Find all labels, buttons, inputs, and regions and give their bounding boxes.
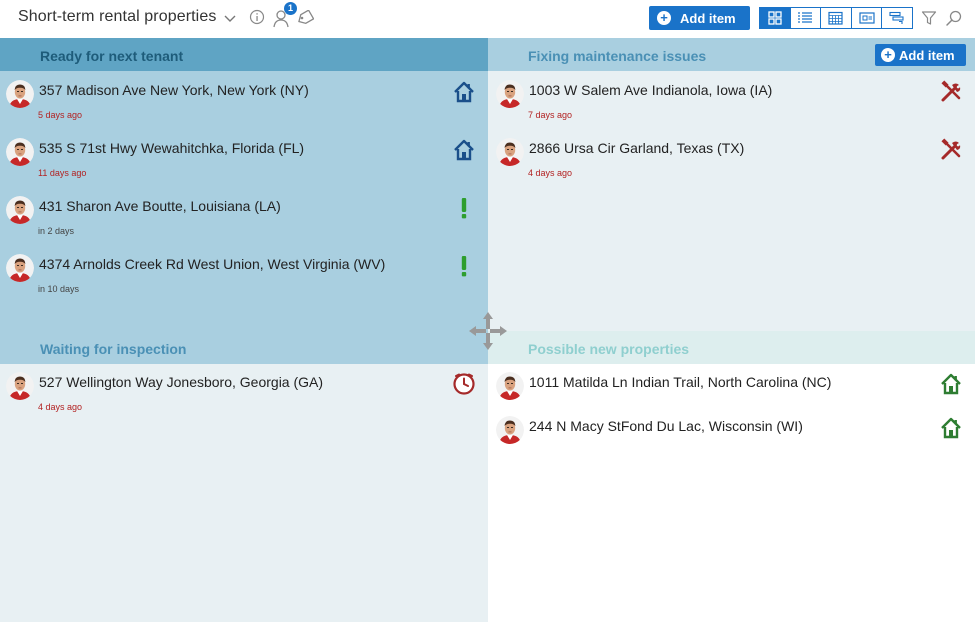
quadrant-possible: Possible new properties 1011 Matilda Ln … xyxy=(488,331,975,622)
item-address: 527 Wellington Way Jonesboro, Georgia (G… xyxy=(39,374,324,390)
item-address: 1003 W Salem Ave Indianola, Iowa (IA) xyxy=(529,82,773,98)
calendar-view-icon xyxy=(828,11,844,25)
house-blue-icon xyxy=(452,138,476,162)
quadrant-header: Fixing maintenance issues + Add item xyxy=(488,38,975,71)
list-item[interactable]: 535 S 71st Hwy Wewahitchka, Florida (FL)… xyxy=(0,136,488,186)
quadrant-title: Waiting for inspection xyxy=(40,341,187,357)
item-time: 5 days ago xyxy=(38,110,83,120)
avatar xyxy=(496,372,524,400)
info-icon[interactable] xyxy=(249,9,265,25)
add-item-label: Add item xyxy=(680,10,736,26)
item-address: 535 S 71st Hwy Wewahitchka, Florida (FL) xyxy=(39,140,305,156)
quadrant-fixing: Fixing maintenance issues + Add item 100… xyxy=(488,38,975,331)
plus-icon: + xyxy=(881,48,895,62)
item-time: in 2 days xyxy=(38,226,75,236)
quadrant-header: Possible new properties xyxy=(488,331,975,364)
exclamation-icon xyxy=(452,196,476,220)
house-green-icon xyxy=(939,372,963,396)
item-time: in 10 days xyxy=(38,284,80,294)
search-icon[interactable] xyxy=(945,9,963,27)
avatar xyxy=(6,372,34,400)
item-address: 4374 Arnolds Creek Rd West Union, West V… xyxy=(39,256,386,272)
list-view-button[interactable] xyxy=(790,8,822,28)
item-address: 244 N Macy StFond Du Lac, Wisconsin (WI) xyxy=(529,418,803,434)
board-view-button[interactable] xyxy=(760,8,791,28)
item-time: 4 days ago xyxy=(528,168,573,178)
quadrant-title: Possible new properties xyxy=(528,341,690,357)
item-address: 357 Madison Ave New York, New York (NY) xyxy=(39,82,309,98)
item-address: 2866 Ursa Cir Garland, Texas (TX) xyxy=(529,140,745,156)
chevron-down-icon[interactable] xyxy=(222,10,238,26)
plus-icon: + xyxy=(657,11,671,25)
item-time: 7 days ago xyxy=(528,110,573,120)
avatar xyxy=(496,138,524,166)
avatar xyxy=(6,196,34,224)
timeline-view-icon xyxy=(889,11,904,24)
list-item[interactable]: 357 Madison Ave New York, New York (NY) … xyxy=(0,78,488,128)
item-address: 431 Sharon Ave Boutte, Louisiana (LA) xyxy=(39,198,281,214)
card-view-icon xyxy=(858,12,875,24)
house-blue-icon xyxy=(452,80,476,104)
item-address: 1011 Matilda Ln Indian Trail, North Caro… xyxy=(529,374,832,390)
exclamation-icon xyxy=(452,254,476,278)
add-item-button[interactable]: + Add item xyxy=(649,6,750,30)
move-arrows-icon[interactable] xyxy=(467,310,509,352)
avatar xyxy=(6,254,34,282)
list-item[interactable]: 1011 Matilda Ln Indian Trail, North Caro… xyxy=(488,370,975,420)
view-switcher xyxy=(759,7,913,29)
avatar xyxy=(6,138,34,166)
avatar xyxy=(6,80,34,108)
card-view-button[interactable] xyxy=(851,8,883,28)
item-time: 4 days ago xyxy=(38,402,83,412)
list-item[interactable]: 4374 Arnolds Creek Rd West Union, West V… xyxy=(0,252,488,302)
quadrant-header: Ready for next tenant xyxy=(0,38,488,71)
timeline-view-button[interactable] xyxy=(882,8,912,28)
quadrant-ready: Ready for next tenant 357 Madison Ave Ne… xyxy=(0,38,488,331)
quadrant-waiting: Waiting for inspection 527 Wellington Wa… xyxy=(0,331,488,622)
quadrant-title: Fixing maintenance issues xyxy=(528,48,707,64)
board-view-icon xyxy=(768,11,782,25)
list-item[interactable]: 244 N Macy StFond Du Lac, Wisconsin (WI) xyxy=(488,414,975,464)
calendar-view-button[interactable] xyxy=(821,8,852,28)
list-item[interactable]: 2866 Ursa Cir Garland, Texas (TX) 4 days… xyxy=(488,136,975,186)
list-item[interactable]: 431 Sharon Ave Boutte, Louisiana (LA) in… xyxy=(0,194,488,244)
avatar xyxy=(496,416,524,444)
quadrant-header: Waiting for inspection xyxy=(0,331,488,364)
top-bar: Short-term rental properties 1 + Add ite… xyxy=(0,0,975,38)
tag-icon[interactable] xyxy=(296,10,314,26)
add-item-column-button[interactable]: + Add item xyxy=(875,44,966,66)
add-item-label: Add item xyxy=(899,47,955,63)
item-time: 11 days ago xyxy=(38,168,87,178)
list-item[interactable]: 527 Wellington Way Jonesboro, Georgia (G… xyxy=(0,370,488,420)
house-green-icon xyxy=(939,416,963,440)
quadrant-title: Ready for next tenant xyxy=(40,48,184,64)
tools-icon xyxy=(939,80,963,104)
page-title[interactable]: Short-term rental properties xyxy=(18,8,216,26)
avatar xyxy=(496,80,524,108)
list-view-icon xyxy=(798,12,813,23)
clock-icon xyxy=(452,372,476,396)
list-item[interactable]: 1003 W Salem Ave Indianola, Iowa (IA) 7 … xyxy=(488,78,975,128)
filter-icon[interactable] xyxy=(921,10,937,26)
tools-icon xyxy=(939,138,963,162)
